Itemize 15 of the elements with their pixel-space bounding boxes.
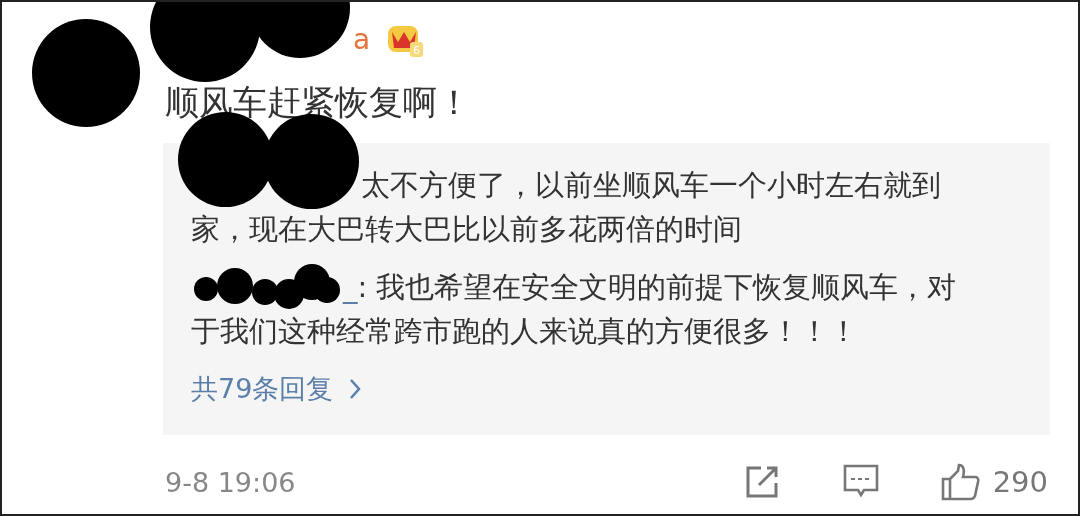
comment-icon — [842, 464, 879, 500]
more-replies-link[interactable]: 共79条回复 — [191, 367, 362, 411]
chevron-right-icon — [349, 378, 362, 400]
comment-button[interactable] — [842, 464, 879, 500]
like-button[interactable]: 290 — [940, 463, 1048, 501]
username[interactable]: a — [353, 22, 371, 56]
share-button[interactable] — [744, 465, 781, 499]
reply-text: 太不方便了，以前坐顺风车一个小时左右就到 — [361, 167, 941, 204]
reply-text: 家，现在大巴转大巴比以前多花两倍的时间 — [191, 211, 742, 248]
reply-text: 于我们这种经常跨市跑的人来说真的方便很多！！！ — [191, 313, 858, 350]
thumbs-up-icon — [940, 463, 981, 501]
share-icon — [744, 465, 781, 499]
timestamp: 9-8 19:06 — [165, 466, 297, 498]
reply-author[interactable]: _ — [343, 265, 358, 309]
reply-text: : 我也希望在安全文明的前提下恢复顺风车，对 — [357, 269, 957, 306]
